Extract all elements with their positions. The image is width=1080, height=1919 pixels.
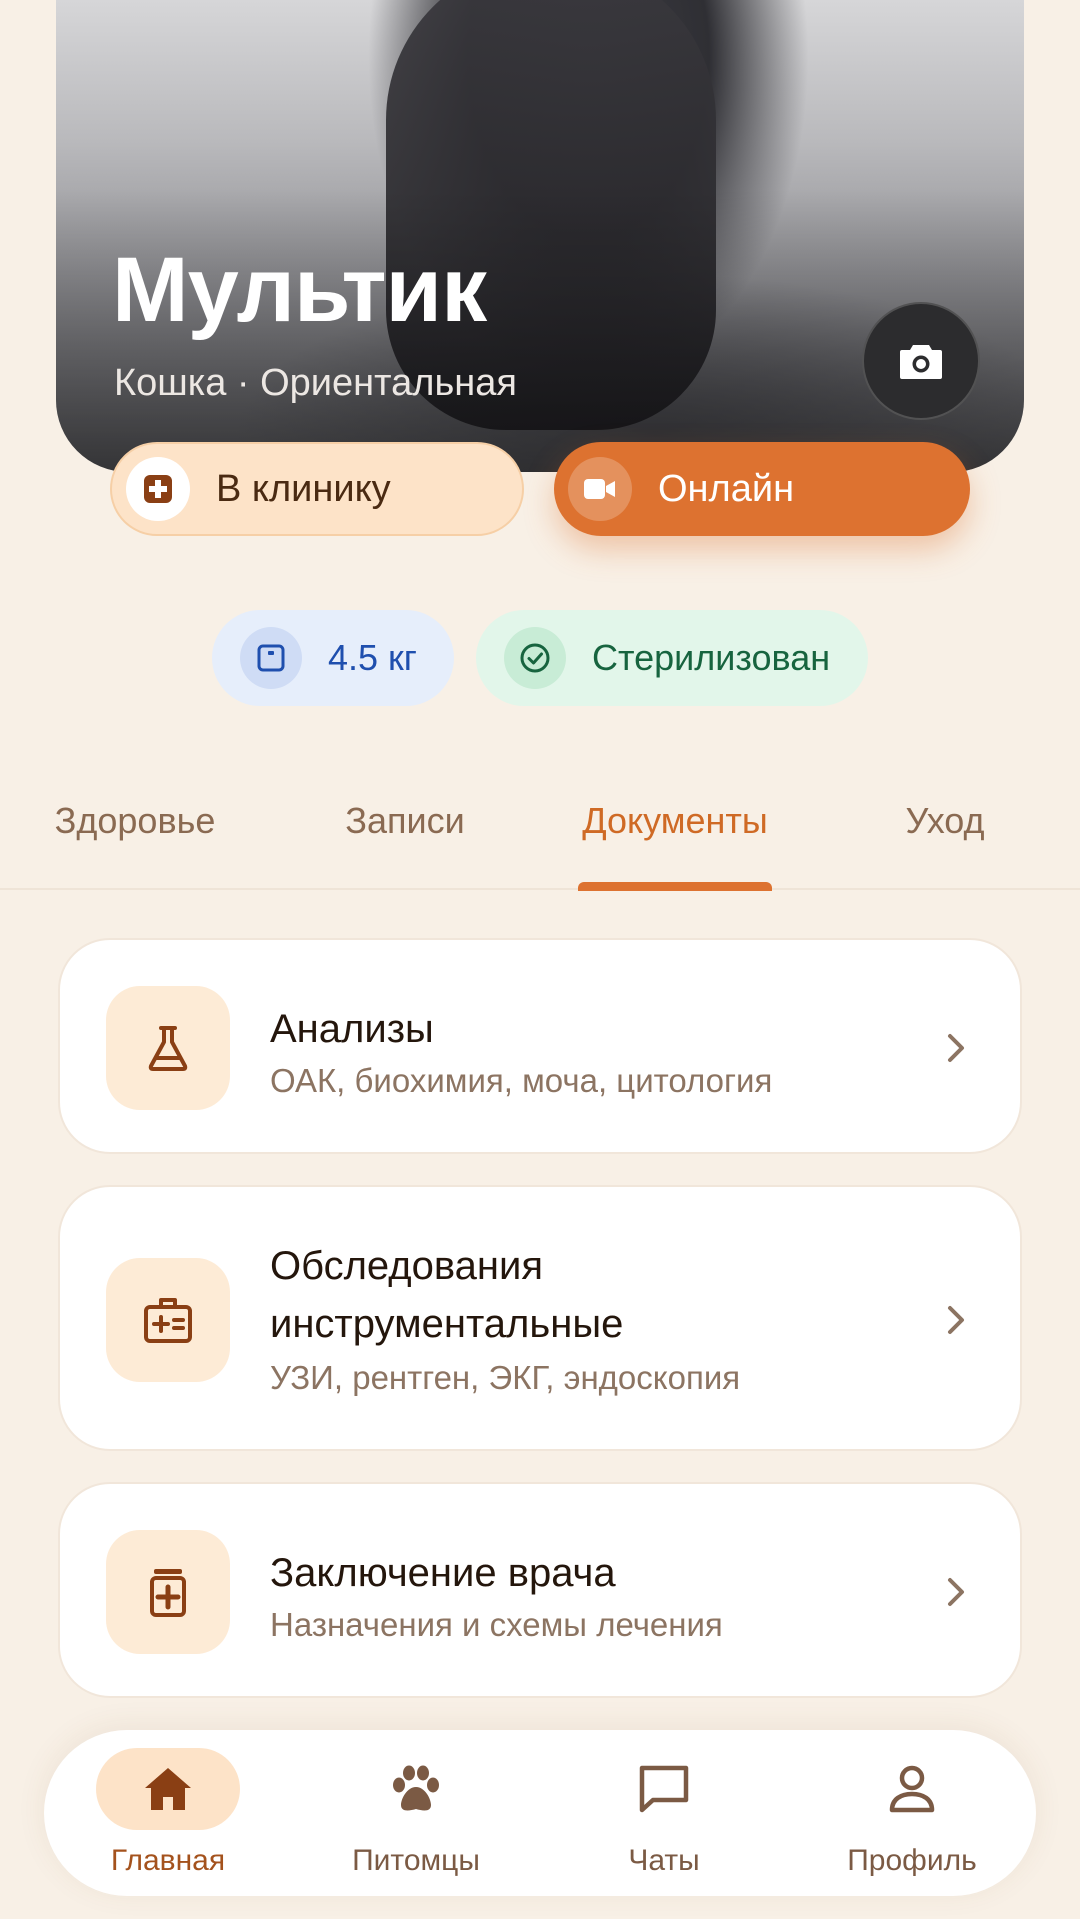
nav-item-profile[interactable]: Профиль <box>812 1748 1012 1878</box>
document-card-conclusion[interactable]: Заключение врача Назначения и схемы лече… <box>58 1482 1022 1698</box>
chevron-right-icon <box>948 1034 964 1062</box>
tab-records[interactable]: Записи <box>345 800 464 842</box>
pet-photo-header: Мультик Кошка · Ориентальная <box>56 0 1024 472</box>
bottom-navigation: Главная Питомцы Чаты Профиль <box>44 1730 1036 1896</box>
document-title: Заключение врача <box>270 1551 616 1595</box>
chevron-right-icon <box>948 1306 964 1334</box>
video-camera-icon <box>584 479 615 499</box>
document-description: Назначения и схемы лечения <box>270 1606 723 1643</box>
nav-label: Главная <box>110 1844 226 1877</box>
tab-health[interactable]: Здоровье <box>55 800 216 842</box>
sterilized-chip: Стерилизован <box>476 610 868 706</box>
user-icon <box>889 1765 935 1813</box>
clinic-icon <box>144 475 172 503</box>
tab-care[interactable]: Уход <box>905 800 984 842</box>
clinic-visit-button[interactable]: В клинику <box>110 442 524 536</box>
document-card-examinations[interactable]: Обследования инструментальные УЗИ, рентг… <box>58 1185 1022 1451</box>
nav-label: Профиль <box>847 1844 977 1877</box>
nav-item-home[interactable]: Главная <box>68 1748 268 1878</box>
check-circle-icon <box>520 643 550 673</box>
document-title: Обследования инструментальные <box>270 1244 624 1346</box>
scale-icon <box>257 644 285 672</box>
nav-item-pets[interactable]: Питомцы <box>316 1748 516 1878</box>
weight-chip: 4.5 кг <box>212 610 454 706</box>
pet-breed: Кошка · Ориентальная <box>114 362 517 404</box>
camera-icon <box>900 345 942 379</box>
chat-icon <box>639 1765 689 1813</box>
nav-item-chats[interactable]: Чаты <box>564 1748 764 1878</box>
tab-documents[interactable]: Документы <box>582 800 768 842</box>
medicine-jar-icon <box>150 1569 186 1617</box>
online-consult-button[interactable]: Онлайн <box>554 442 970 536</box>
flask-icon <box>148 1026 188 1071</box>
clinic-visit-label: В клинику <box>216 467 391 510</box>
active-tab-indicator <box>578 882 772 891</box>
document-description: ОАК, биохимия, моча, цитология <box>270 1062 773 1099</box>
nav-label: Чаты <box>628 1844 700 1877</box>
document-title: Анализы <box>270 1007 434 1051</box>
pet-profile-screen: Мультик Кошка · Ориентальная В клинику О… <box>0 0 1080 1919</box>
section-tabs: Здоровье Записи Документы Уход <box>0 780 1080 891</box>
document-description: УЗИ, рентген, ЭКГ, эндоскопия <box>270 1359 741 1396</box>
chevron-right-icon <box>948 1578 964 1606</box>
weight-value: 4.5 кг <box>328 637 417 678</box>
pet-name: Мультик <box>112 239 487 341</box>
change-photo-button[interactable] <box>862 302 980 420</box>
document-card-tests[interactable]: Анализы ОАК, биохимия, моча, цитология <box>58 938 1022 1154</box>
online-consult-label: Онлайн <box>658 467 795 510</box>
medical-kit-icon <box>144 1298 192 1343</box>
nav-label: Питомцы <box>352 1844 480 1877</box>
sterilized-label: Стерилизован <box>592 637 831 678</box>
home-icon <box>145 1768 191 1810</box>
paw-icon <box>393 1765 439 1811</box>
